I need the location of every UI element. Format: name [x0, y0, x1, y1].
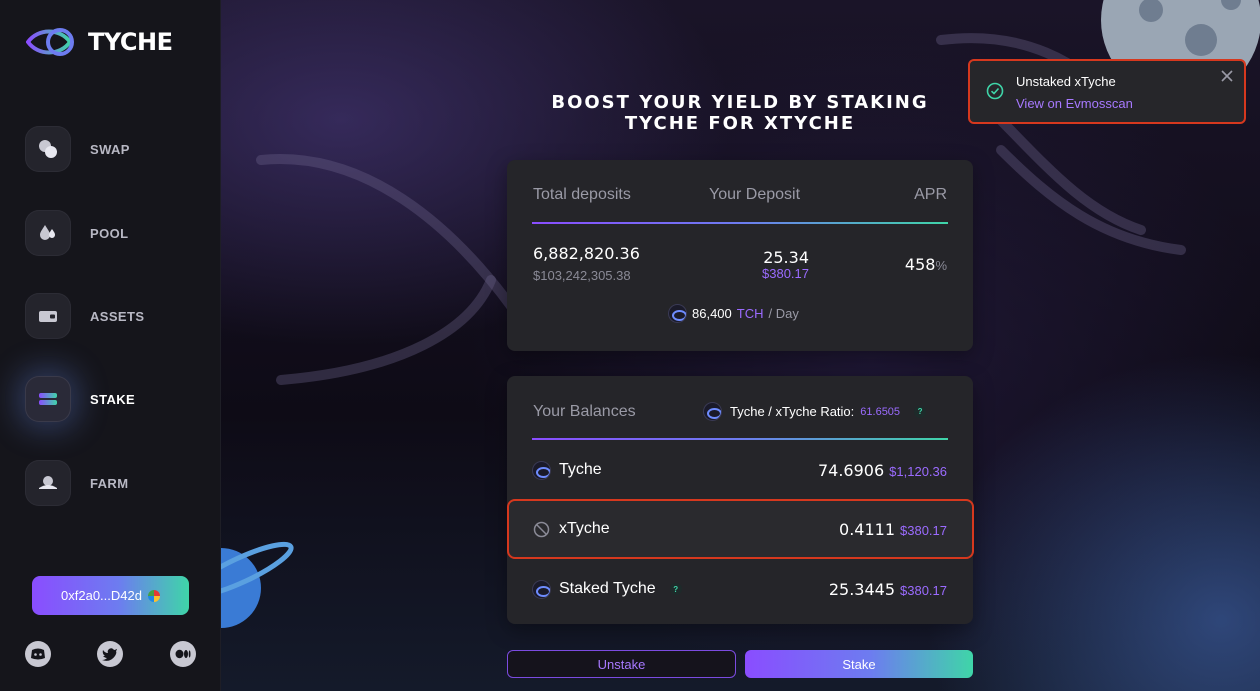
tyche-token-icon	[533, 580, 550, 598]
sidebar-item-assets[interactable]: ASSETS	[25, 293, 144, 339]
tyche-logo-icon	[26, 28, 74, 56]
balance-row-xtyche: xTyche	[533, 520, 610, 538]
close-icon[interactable]	[1220, 69, 1234, 83]
page-title: BOOST YOUR YIELD BY STAKING TYCHE FOR XT…	[500, 92, 980, 134]
swap-icon	[25, 126, 71, 172]
wallet-address: 0xf2a0...D42d	[61, 588, 142, 603]
sidebar-item-label: ASSETS	[90, 308, 145, 324]
token-usd: $380.17	[900, 583, 947, 598]
wallet-icon	[25, 293, 71, 339]
ratio-display: Tyche / xTyche Ratio: 61.6505 ?	[704, 403, 927, 420]
token-usd: $1,120.36	[889, 464, 947, 479]
page-title-line1: BOOST YOUR YIELD BY STAKING	[551, 92, 929, 113]
apr-value-group: 458%	[905, 255, 947, 275]
token-usd: $380.17	[900, 523, 947, 538]
app-logo[interactable]: TYCHE	[26, 24, 173, 60]
balance-value-tyche: 74.6906 $1,120.36	[818, 461, 947, 480]
sidebar-item-label: STAKE	[90, 391, 136, 407]
sidebar-item-pool[interactable]: POOL	[25, 210, 128, 256]
token-name: xTyche	[559, 520, 610, 537]
toast-title: Unstaked xTyche	[1016, 74, 1116, 89]
emission-period: / Day	[768, 306, 799, 321]
token-name: Staked Tyche	[559, 580, 656, 597]
wallet-address-button[interactable]: 0xf2a0...D42d	[32, 576, 189, 615]
tyche-token-icon	[533, 461, 550, 479]
balances-divider	[532, 438, 948, 440]
total-deposits-amount: 6,882,820.36	[533, 244, 640, 263]
medium-icon[interactable]	[170, 641, 196, 667]
check-circle-icon	[986, 82, 1004, 100]
sidebar-item-label: SWAP	[90, 141, 130, 157]
balance-value-staked-tyche: 25.3445 $380.17	[829, 580, 947, 599]
your-deposit-amount: 25.34	[763, 248, 809, 267]
stake-icon	[25, 376, 71, 422]
token-amount: 74.6906	[817, 461, 885, 480]
ratio-value: 61.6505	[860, 405, 901, 418]
toast-notification: Unstaked xTyche View on Evmosscan	[968, 59, 1246, 124]
emission-token: TCH	[736, 306, 764, 321]
balance-value-xtyche: 0.4111 $380.17	[839, 520, 947, 539]
pool-icon	[25, 210, 71, 256]
emission-amount: 86,400	[692, 306, 732, 321]
app-name: TYCHE	[88, 28, 173, 56]
apr-value: 458	[904, 255, 936, 274]
token-amount: 0.4111	[839, 520, 895, 539]
sidebar-item-stake[interactable]: STAKE	[25, 376, 135, 422]
evmosscan-link[interactable]: View on Evmosscan	[1016, 96, 1133, 111]
stake-button[interactable]: Stake	[745, 650, 973, 678]
sidebar-item-swap[interactable]: SWAP	[25, 126, 130, 172]
total-deposits-usd: $103,242,305.38	[533, 268, 631, 283]
sidebar-item-label: FARM	[90, 475, 129, 491]
help-icon[interactable]: ?	[914, 405, 927, 418]
disabled-icon	[533, 521, 550, 537]
balance-row-staked-tyche: Staked Tyche ?	[533, 580, 682, 598]
page-title-line2: TYCHE FOR XTYCHE	[624, 113, 856, 134]
sidebar-item-farm[interactable]: FARM	[25, 460, 128, 506]
balance-row-tyche: Tyche	[533, 461, 602, 479]
ratio-label: Tyche / xTyche Ratio:	[730, 404, 855, 419]
your-deposit-header: Your Deposit	[709, 186, 801, 203]
sidebar: TYCHE SWAP POOL ASSETS STAKE FARM 0xf2a0…	[0, 0, 221, 691]
twitter-icon[interactable]	[97, 641, 123, 667]
discord-icon[interactable]	[25, 641, 51, 667]
help-icon[interactable]: ?	[669, 583, 682, 595]
token-amount: 25.3445	[828, 580, 895, 599]
token-name: Tyche	[559, 461, 602, 478]
tyche-token-icon	[669, 305, 686, 322]
ratio-icon	[704, 403, 721, 420]
your-deposit-usd: $380.17	[762, 266, 809, 281]
sidebar-item-label: POOL	[90, 225, 129, 241]
farm-icon	[25, 460, 71, 506]
balances-title: Your Balances	[533, 403, 636, 420]
apr-unit: %	[935, 258, 947, 273]
total-deposits-header: Total deposits	[533, 186, 631, 203]
emission-rate: 86,400 TCH / Day	[669, 305, 799, 322]
apr-header: APR	[914, 186, 947, 203]
wallet-avatar-icon	[147, 589, 160, 602]
deposits-divider	[532, 222, 948, 224]
unstake-button[interactable]: Unstake	[507, 650, 736, 678]
